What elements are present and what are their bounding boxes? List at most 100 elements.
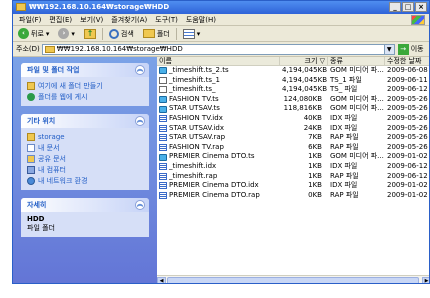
maximize-button[interactable]: □ [402, 2, 414, 12]
file-size: 118,816KB [283, 104, 322, 113]
file-row[interactable]: FASHION TV.rap 6KB RAP 파일 2009-05-26 [157, 142, 429, 153]
horizontal-scrollbar[interactable]: ◀ ▶ [157, 275, 429, 283]
file-date: 2009-05-26 [387, 133, 428, 142]
up-folder-button[interactable]: ↑ [81, 27, 99, 40]
address-input[interactable]: ₩₩192.168.10.164₩storage₩HDD ▼ [41, 43, 395, 55]
file-size: 1KB [308, 181, 322, 190]
file-row[interactable]: STAR UTSAV.idx 24KB IDX 파일 2009-05-26 [157, 123, 429, 134]
chevron-down-icon: ▾ [45, 29, 50, 38]
forward-button[interactable]: › ▾ [55, 27, 78, 40]
place-label: storage [38, 132, 65, 141]
column-header-size[interactable]: 크기 ▽ [280, 57, 328, 65]
file-row[interactable]: STAR UTSAV.ts 118,816KB GOM 미디어 파... 2009-0… [157, 104, 429, 114]
file-row[interactable]: PREMIER Cinema DTO.rap 0KB RAP 파일 2009-01-0… [157, 191, 429, 201]
file-size: 6KB [308, 142, 322, 151]
file-icon [159, 172, 167, 180]
file-row[interactable]: _timeshift.idx 1KB IDX 파일 2009-06-12 [157, 161, 429, 172]
file-row[interactable]: _timeshift.rap 1KB RAP 파일 2009-06-12 [157, 171, 429, 182]
file-name-cell: _timeshift.ts_2.ts [157, 66, 280, 76]
details-panel: 자세히 ︽ HDD 파일 폴더 [21, 198, 149, 237]
scroll-left-arrow-icon[interactable]: ◀ [157, 277, 166, 283]
other-places-header[interactable]: 기타 위치 ︽ [21, 114, 149, 128]
details-title: 자세히 [27, 201, 47, 209]
scroll-right-arrow-icon[interactable]: ▶ [422, 277, 429, 283]
file-tasks-panel: 파일 및 폴더 작업 ︽ 여기에 새 폴더 만들기 폴더를 웹에 게시 [21, 63, 149, 106]
file-name-cell: FASHION TV.ts [157, 95, 280, 105]
file-icon [159, 115, 167, 123]
file-date: 2009-01-02 [387, 181, 428, 190]
file-date: 2009-05-26 [387, 113, 428, 122]
place-my-documents[interactable]: 내 문서 [27, 142, 143, 153]
place-my-network[interactable]: 내 네트워크 환경 [27, 175, 143, 186]
address-dropdown-button[interactable]: ▼ [383, 44, 394, 54]
file-row[interactable]: _timeshift.ts_1 4,194,045KB TS_1 파일 2009-06… [157, 75, 429, 86]
chevron-down-icon: ▾ [71, 29, 75, 38]
views-button[interactable]: ▾ [180, 27, 204, 40]
title-bar[interactable]: ₩₩192.168.10.164₩storage₩HDD _ □ × [13, 1, 429, 14]
file-type: RAP 파일 [330, 142, 359, 151]
file-row[interactable]: FASHION TV.ts 124,080KB GOM 미디어 파... 2009-0… [157, 95, 429, 105]
file-name-cell: FASHION TV.idx [157, 114, 280, 124]
menu-view[interactable]: 보기(V) [76, 15, 107, 25]
place-storage[interactable]: storage [27, 131, 143, 142]
minimize-button[interactable]: _ [389, 2, 401, 12]
list-header: 이름 크기 ▽ 종류 수정한 날짜 [157, 57, 429, 66]
media-file-icon [159, 67, 167, 75]
file-name-cell: _timeshift.idx [157, 162, 280, 172]
task-new-folder[interactable]: 여기에 새 폴더 만들기 [27, 80, 143, 91]
folder-icon [16, 3, 26, 11]
file-size: 1KB [308, 161, 322, 170]
file-date: 2009-05-26 [387, 104, 428, 113]
collapse-chevron-icon[interactable]: ︽ [135, 65, 145, 75]
column-header-type[interactable]: 종류 [328, 57, 385, 65]
search-button[interactable]: 검색 [106, 27, 137, 40]
collapse-chevron-icon[interactable]: ︽ [135, 116, 145, 126]
details-type: 파일 폴더 [27, 224, 55, 232]
collapse-chevron-icon[interactable]: ︽ [135, 200, 145, 210]
file-row[interactable]: PREMIER Cinema DTO.ts 1KB GOM 미디어 파... 2009… [157, 152, 429, 162]
place-shared-documents[interactable]: 공유 문서 [27, 153, 143, 164]
menu-edit[interactable]: 편집(E) [45, 15, 76, 25]
folders-icon [142, 29, 155, 38]
task-publish-web[interactable]: 폴더를 웹에 게시 [27, 91, 143, 102]
column-header-name[interactable]: 이름 [157, 57, 280, 65]
file-type: RAP 파일 [330, 133, 359, 142]
close-button[interactable]: × [415, 2, 427, 12]
file-name: PREMIER Cinema DTO.idx [169, 181, 259, 190]
forward-arrow-icon: › [58, 28, 70, 39]
file-date: 2009-06-12 [387, 171, 428, 180]
back-label: 뒤로 [31, 29, 44, 38]
file-size: 7KB [308, 133, 322, 142]
go-button[interactable]: → 이동 [397, 43, 424, 55]
file-name: _timeshift.idx [169, 161, 217, 170]
details-header[interactable]: 자세히 ︽ [21, 198, 149, 212]
menu-file[interactable]: 파일(F) [15, 15, 45, 25]
file-row[interactable]: _timeshift.ts_2.ts 4,194,045KB GOM 미디어 파..… [157, 66, 429, 76]
file-date: 2009-05-26 [387, 123, 428, 132]
file-name-cell: PREMIER Cinema DTO.idx [157, 181, 280, 191]
file-name: FASHION TV.rap [169, 142, 224, 151]
menu-favorites[interactable]: 즐겨찾기(A) [107, 15, 151, 25]
file-name: _timeshift.ts_1 [169, 75, 220, 84]
file-tasks-title: 파일 및 폴더 작업 [27, 66, 80, 74]
scrollbar-thumb[interactable] [167, 277, 419, 283]
media-file-icon [159, 96, 167, 104]
place-my-computer[interactable]: 내 컴퓨터 [27, 164, 143, 175]
column-header-date[interactable]: 수정한 날짜 [385, 57, 429, 65]
folder-icon [27, 132, 35, 141]
menu-help[interactable]: 도움말(H) [182, 15, 220, 25]
file-row[interactable]: FASHION TV.idx 40KB IDX 파일 2009-05-26 [157, 113, 429, 124]
file-row[interactable]: _timeshift.ts_ 4,194,045KB TS_ 파일 2009-06-1… [157, 85, 429, 95]
file-row[interactable]: PREMIER Cinema DTO.idx 1KB IDX 파일 2009-01-0… [157, 181, 429, 191]
file-name: _timeshift.ts_2.ts [169, 66, 229, 74]
file-tasks-header[interactable]: 파일 및 폴더 작업 ︽ [21, 63, 149, 77]
file-rows: _timeshift.ts_2.ts 4,194,045KB GOM 미디어 파..… [157, 66, 429, 201]
menu-tools[interactable]: 도구(T) [151, 15, 182, 25]
file-row[interactable]: STAR UTSAV.rap 7KB RAP 파일 2009-05-26 [157, 133, 429, 143]
toolbar-separator [175, 27, 177, 40]
file-date: 2009-06-12 [387, 85, 428, 94]
folders-button[interactable]: 폴더 [140, 27, 173, 40]
file-name-cell: STAR UTSAV.idx [157, 124, 280, 134]
media-file-icon [159, 153, 167, 161]
back-button[interactable]: ‹ 뒤로 ▾ [15, 27, 52, 40]
